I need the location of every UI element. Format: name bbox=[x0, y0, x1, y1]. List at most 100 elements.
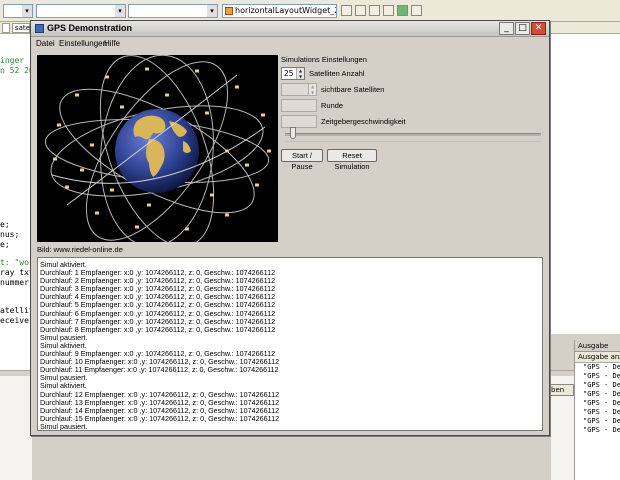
satellite-icon bbox=[205, 111, 209, 115]
ausgabe-line: "GPS - Dem bbox=[583, 408, 620, 416]
satellite-icon bbox=[75, 93, 79, 97]
code-line: eceiver bbox=[0, 316, 32, 325]
grid-icon[interactable] bbox=[355, 5, 366, 16]
code-line: e; bbox=[0, 220, 10, 229]
code-line: e; bbox=[0, 240, 10, 249]
widget-selector-label: horizontalLayoutWidget_2 bbox=[235, 6, 337, 15]
log-line: Durchlauf: 8 Empfaenger: x:0 ,y: 1074266… bbox=[40, 324, 276, 334]
ausgabe-tab[interactable]: Ausgabe anzeigen bbox=[575, 352, 620, 363]
satellite-icon bbox=[105, 75, 109, 79]
satellite-icon bbox=[165, 93, 169, 97]
code-line: nus; bbox=[0, 230, 20, 239]
log-line: Simul pausiert. bbox=[40, 421, 88, 431]
menu-bar: Datei Einstellungen Hilfe bbox=[31, 37, 549, 50]
timer-speed-label: Zeitgebergeschwindigkeit bbox=[321, 117, 406, 126]
close-button[interactable]: ✕ bbox=[531, 22, 546, 35]
visible-satellites-label: sichtbare Satelliten bbox=[321, 85, 385, 94]
ide-tab-stub[interactable] bbox=[2, 23, 10, 33]
code-line: t: "wor bbox=[0, 258, 32, 267]
ide-combo-1[interactable]: ▾ bbox=[3, 4, 33, 18]
reset-simulation-button[interactable]: Reset Simulation bbox=[327, 149, 377, 171]
image-credit: Bild: www.riedel-online.de bbox=[37, 245, 123, 254]
ausgabe-line: "GPS - Dem bbox=[583, 372, 620, 380]
log-line: Simul pausiert. bbox=[40, 332, 88, 342]
ide-bottom-button[interactable]: ben bbox=[550, 384, 574, 396]
ide-combo-2[interactable]: ▾ bbox=[36, 4, 126, 18]
ausgabe-line: "GPS - Dem bbox=[583, 399, 620, 407]
log-line: Simul pausiert. bbox=[40, 373, 88, 383]
log-line: Durchlauf: 11 Empfaenger: x:0 ,y: 107426… bbox=[40, 365, 279, 375]
settings-icon[interactable] bbox=[411, 5, 422, 16]
ausgabe-line: "GPS - Dem bbox=[583, 381, 620, 389]
code-line: atellit bbox=[0, 306, 32, 315]
simulation-log[interactable]: Simul aktiviert. Durchlauf: 1 Empfaenger:… bbox=[37, 257, 543, 431]
gps-demo-window: GPS Demonstration _ □ ✕ Datei Einstellun… bbox=[30, 20, 550, 436]
ausgabe-output: "GPS - Dem"GPS - Dem"GPS - Dem"GPS - Dem… bbox=[575, 363, 620, 435]
ide-tab-satellit[interactable]: satellit bbox=[12, 23, 39, 33]
log-line: Durchlauf: 15 Empfaenger: x:0 ,y: 107426… bbox=[40, 413, 280, 423]
app-icon bbox=[35, 24, 44, 33]
ausgabe-line: "GPS - Dem bbox=[583, 426, 620, 434]
ide-combo-3[interactable]: ▾ bbox=[128, 4, 218, 18]
satellite-icon bbox=[95, 211, 99, 215]
satellite-icon bbox=[255, 183, 259, 187]
code-line: nummer; bbox=[0, 278, 32, 287]
satellite-icon bbox=[225, 213, 229, 217]
satellite-icon bbox=[53, 157, 57, 161]
satellite-icon bbox=[80, 168, 84, 172]
code-line: ray txt + bbox=[0, 268, 32, 277]
ausgabe-title: Ausgabe bbox=[575, 340, 620, 352]
round-label: Runde bbox=[321, 101, 344, 110]
satellite-count-spinbox[interactable]: 25 ▲ ▼ bbox=[281, 67, 305, 80]
edit-icon[interactable] bbox=[383, 5, 394, 16]
title-bar[interactable]: GPS Demonstration _ □ ✕ bbox=[31, 21, 549, 37]
satellite-icon bbox=[195, 69, 199, 73]
satellite-icon bbox=[147, 203, 151, 207]
run-icon[interactable] bbox=[397, 5, 408, 16]
ausgabe-line: "GPS - Dem bbox=[583, 390, 620, 398]
satellite-icon bbox=[90, 143, 94, 147]
earth-orbit-graphic bbox=[44, 55, 271, 242]
timer-speed-slider-track[interactable] bbox=[285, 133, 541, 136]
slider-ticks bbox=[285, 141, 541, 145]
gps-constellation-image bbox=[37, 55, 278, 242]
satellite-icon bbox=[185, 227, 189, 231]
ide-bottom-left-panel bbox=[0, 376, 32, 480]
settings-title: Simulations Einstellungen bbox=[281, 55, 367, 64]
code-line: inger bbox=[0, 56, 25, 65]
timer-speed-slider-handle[interactable] bbox=[290, 127, 296, 139]
ausgabe-line: "GPS - Dem bbox=[583, 363, 620, 371]
widget-icon bbox=[225, 7, 233, 15]
satellite-icon bbox=[245, 163, 249, 167]
widget-selector-combo[interactable]: horizontalLayoutWidget_2 bbox=[222, 4, 337, 18]
ide-right-panel bbox=[550, 34, 620, 334]
satellite-icon bbox=[135, 225, 139, 229]
round-field bbox=[281, 99, 317, 112]
menu-datei[interactable]: Datei bbox=[33, 38, 58, 49]
layout-icon[interactable] bbox=[341, 5, 352, 16]
start-pause-button[interactable]: Start / Pause bbox=[281, 149, 323, 171]
satellite-icon bbox=[235, 85, 239, 89]
spin-arrows-icon: ▲ ▼ bbox=[308, 84, 316, 95]
code-editor[interactable]: ingern 52 20 e;nus;e; t: "worray txt +numm… bbox=[0, 34, 32, 370]
satellite-count-value: 25 bbox=[284, 69, 294, 78]
satellite-count-label: Satelliten Anzahl bbox=[309, 69, 365, 78]
satellite-icon bbox=[225, 149, 229, 153]
satellite-icon bbox=[65, 185, 69, 189]
satellite-icon bbox=[210, 193, 214, 197]
satellite-icon bbox=[120, 105, 124, 109]
ide-bottom-button-label: ben bbox=[551, 386, 565, 394]
minimize-button[interactable]: _ bbox=[499, 22, 514, 35]
ausgabe-line: "GPS - Dem bbox=[583, 417, 620, 425]
satellite-icon bbox=[261, 113, 265, 117]
satellite-icon bbox=[145, 67, 149, 71]
timer-speed-field bbox=[281, 115, 317, 128]
window-title: GPS Demonstration bbox=[47, 23, 133, 33]
code-line: n 52 20 bbox=[0, 66, 32, 75]
form-icon[interactable] bbox=[369, 5, 380, 16]
visible-satellites-spinbox: ▲ ▼ bbox=[281, 83, 317, 96]
spin-arrows-icon[interactable]: ▲ ▼ bbox=[296, 68, 304, 79]
satellite-icon bbox=[267, 149, 271, 153]
maximize-button[interactable]: □ bbox=[515, 22, 530, 35]
menu-hilfe[interactable]: Hilfe bbox=[101, 38, 123, 49]
